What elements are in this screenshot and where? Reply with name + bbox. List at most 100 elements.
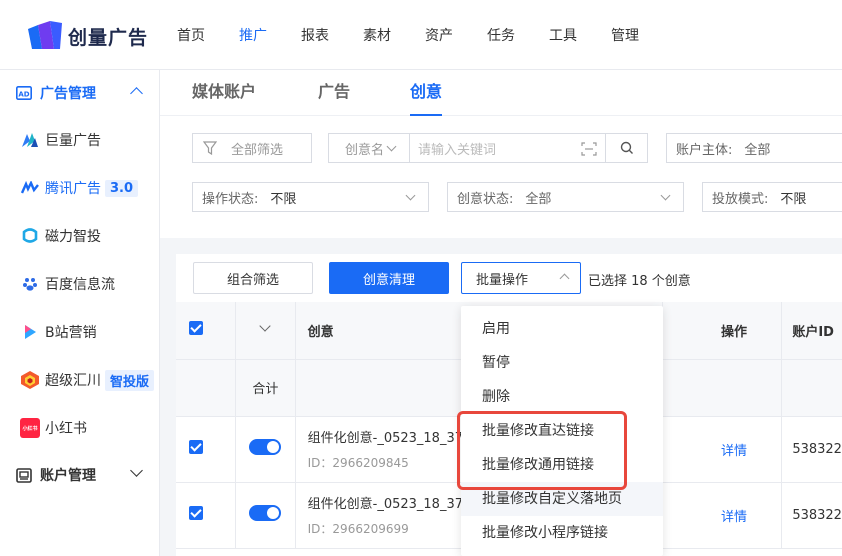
menu-item-delete[interactable]: 删除 xyxy=(461,380,663,414)
sidebar-group-ad-management[interactable]: AD 广告管理 xyxy=(0,70,159,116)
account-id: 538322 xyxy=(792,441,842,457)
nav-materials[interactable]: 素材 xyxy=(363,0,391,70)
op-status-label: 操作状态: xyxy=(202,191,259,207)
batch-ops-label: 批量操作 xyxy=(476,272,529,288)
detail-link[interactable]: 详情 xyxy=(721,444,747,459)
selected-count: 已选择 18 个创意 xyxy=(588,274,691,289)
chevron-down-icon[interactable] xyxy=(259,320,271,332)
filter-icon xyxy=(203,141,217,155)
search-input[interactable]: 请输入关键词 xyxy=(409,133,606,163)
chevron-down-icon xyxy=(386,141,397,152)
account-subject-value: 全部 xyxy=(744,142,771,158)
juliang-icon xyxy=(20,130,40,150)
delivery-mode-select[interactable]: 投放模式: 不限 xyxy=(702,182,842,212)
sidebar-item-bilibili[interactable]: B站营销 xyxy=(0,308,159,356)
chevron-up-icon xyxy=(559,273,570,284)
nav-tools[interactable]: 工具 xyxy=(549,0,577,70)
creative-status-value: 全部 xyxy=(525,191,552,207)
sidebar-item-label: 百度信息流 xyxy=(45,277,115,293)
tab-creatives[interactable]: 创意 xyxy=(410,70,443,116)
select-all-checkbox[interactable] xyxy=(189,321,203,336)
search-icon xyxy=(620,141,633,154)
nav-assets[interactable]: 资产 xyxy=(425,0,453,70)
status-toggle[interactable] xyxy=(249,505,282,521)
sidebar-item-label: 超级汇川 xyxy=(45,373,101,389)
account-icon xyxy=(16,467,32,483)
bilibili-icon xyxy=(20,322,40,342)
search-placeholder: 请输入关键词 xyxy=(418,142,497,158)
logo-icon xyxy=(28,21,62,49)
creative-status-label: 创意状态: xyxy=(457,191,514,207)
cili-icon xyxy=(20,226,40,246)
sidebar-group-label: 广告管理 xyxy=(40,86,96,102)
version-badge: 3.0 xyxy=(105,179,139,197)
edition-badge: 智投版 xyxy=(105,369,155,391)
nav-reports[interactable]: 报表 xyxy=(301,0,329,70)
list-toolbar: 组合筛选 创意清理 批量操作 已选择 18 个创意 xyxy=(176,254,842,302)
sidebar-item-label: 小红书 xyxy=(45,421,87,437)
batch-ops-select[interactable]: 批量操作 xyxy=(461,262,581,294)
column-action: 操作 xyxy=(721,324,748,340)
filter-panel: 全部筛选 创意名 请输入关键词 账户主体: 全部 操作状态: 不限 创意状态: … xyxy=(160,116,842,238)
tab-ads[interactable]: 广告 xyxy=(318,70,350,115)
tab-bar: 媒体账户 广告 创意 xyxy=(160,70,842,116)
chevron-down-icon xyxy=(660,190,671,201)
huichuan-icon xyxy=(20,370,40,390)
sidebar-item-baidu[interactable]: 百度信息流 xyxy=(0,260,159,308)
xiaohongshu-icon: 小红书 xyxy=(20,418,40,438)
sidebar-item-label: 磁力智投 xyxy=(45,229,101,245)
sidebar-item-juliang[interactable]: 巨量广告 xyxy=(0,116,159,164)
ad-icon: AD xyxy=(16,86,32,100)
account-subject-label: 账户主体: xyxy=(676,142,733,158)
account-subject-select[interactable]: 账户主体: 全部 xyxy=(666,133,842,163)
sidebar-item-label: 巨量广告 xyxy=(45,133,101,149)
sidebar-item-label: B站营销 xyxy=(45,325,97,341)
detail-link[interactable]: 详情 xyxy=(721,510,747,525)
nav-manage[interactable]: 管理 xyxy=(611,0,639,70)
menu-item-pause[interactable]: 暂停 xyxy=(461,346,663,380)
clean-creative-button[interactable]: 创意清理 xyxy=(329,262,449,294)
creative-status-select[interactable]: 创意状态: 全部 xyxy=(447,182,684,212)
delivery-mode-label: 投放模式: xyxy=(712,191,769,207)
account-id: 538322 xyxy=(792,507,842,523)
menu-item-enable[interactable]: 启用 xyxy=(461,312,663,346)
sidebar-item-tencent[interactable]: 腾讯广告 3.0 xyxy=(0,164,159,212)
tab-media-accounts[interactable]: 媒体账户 xyxy=(192,70,256,115)
sidebar-item-xiaohongshu[interactable]: 小红书 小红书 xyxy=(0,404,159,452)
sidebar-group-account-management[interactable]: 账户管理 xyxy=(0,452,159,498)
column-account-id: 账户ID xyxy=(792,324,834,340)
row-checkbox[interactable] xyxy=(189,506,203,520)
sidebar: AD 广告管理 巨量广告 腾讯广告 3.0 磁力智投 百度信息流 B站营销 超级… xyxy=(0,70,160,556)
delivery-mode-value: 不限 xyxy=(780,191,807,207)
chevron-down-icon xyxy=(130,464,143,477)
total-label: 合计 xyxy=(252,382,279,397)
combo-filter-button[interactable]: 组合筛选 xyxy=(193,262,313,294)
svg-text:AD: AD xyxy=(18,91,29,99)
highlight-annotation xyxy=(457,411,627,490)
all-filter-label: 全部筛选 xyxy=(231,142,284,158)
op-status-value: 不限 xyxy=(270,191,297,207)
chevron-up-icon xyxy=(130,87,143,100)
sidebar-item-label: 腾讯广告 xyxy=(45,181,101,197)
nav-home[interactable]: 首页 xyxy=(177,0,205,70)
status-toggle[interactable] xyxy=(249,439,282,455)
chevron-down-icon xyxy=(405,190,416,201)
nav-tasks[interactable]: 任务 xyxy=(487,0,515,70)
top-header: 创量广告 首页 推广 报表 素材 资产 任务 工具 管理 xyxy=(0,0,842,70)
menu-item-edit-miniprogram-link[interactable]: 批量修改小程序链接 xyxy=(461,516,663,550)
nav-promotion[interactable]: 推广 xyxy=(239,0,267,70)
sidebar-item-cili[interactable]: 磁力智投 xyxy=(0,212,159,260)
baidu-icon xyxy=(20,274,40,294)
sidebar-item-huichuan[interactable]: 超级汇川 智投版 xyxy=(0,356,159,404)
search-field-label: 创意名 xyxy=(345,142,385,158)
search-field-select[interactable]: 创意名 xyxy=(328,133,410,163)
search-button[interactable] xyxy=(605,133,648,163)
column-creative: 创意 xyxy=(307,324,334,340)
op-status-select[interactable]: 操作状态: 不限 xyxy=(192,182,429,212)
main-nav: 首页 推广 报表 素材 资产 任务 工具 管理 xyxy=(160,0,656,70)
sidebar-group-label: 账户管理 xyxy=(40,468,96,484)
row-checkbox[interactable] xyxy=(189,440,203,454)
logo[interactable]: 创量广告 xyxy=(26,20,148,52)
all-filter-button[interactable]: 全部筛选 xyxy=(192,133,312,163)
brand-name: 创量广告 xyxy=(68,26,149,49)
